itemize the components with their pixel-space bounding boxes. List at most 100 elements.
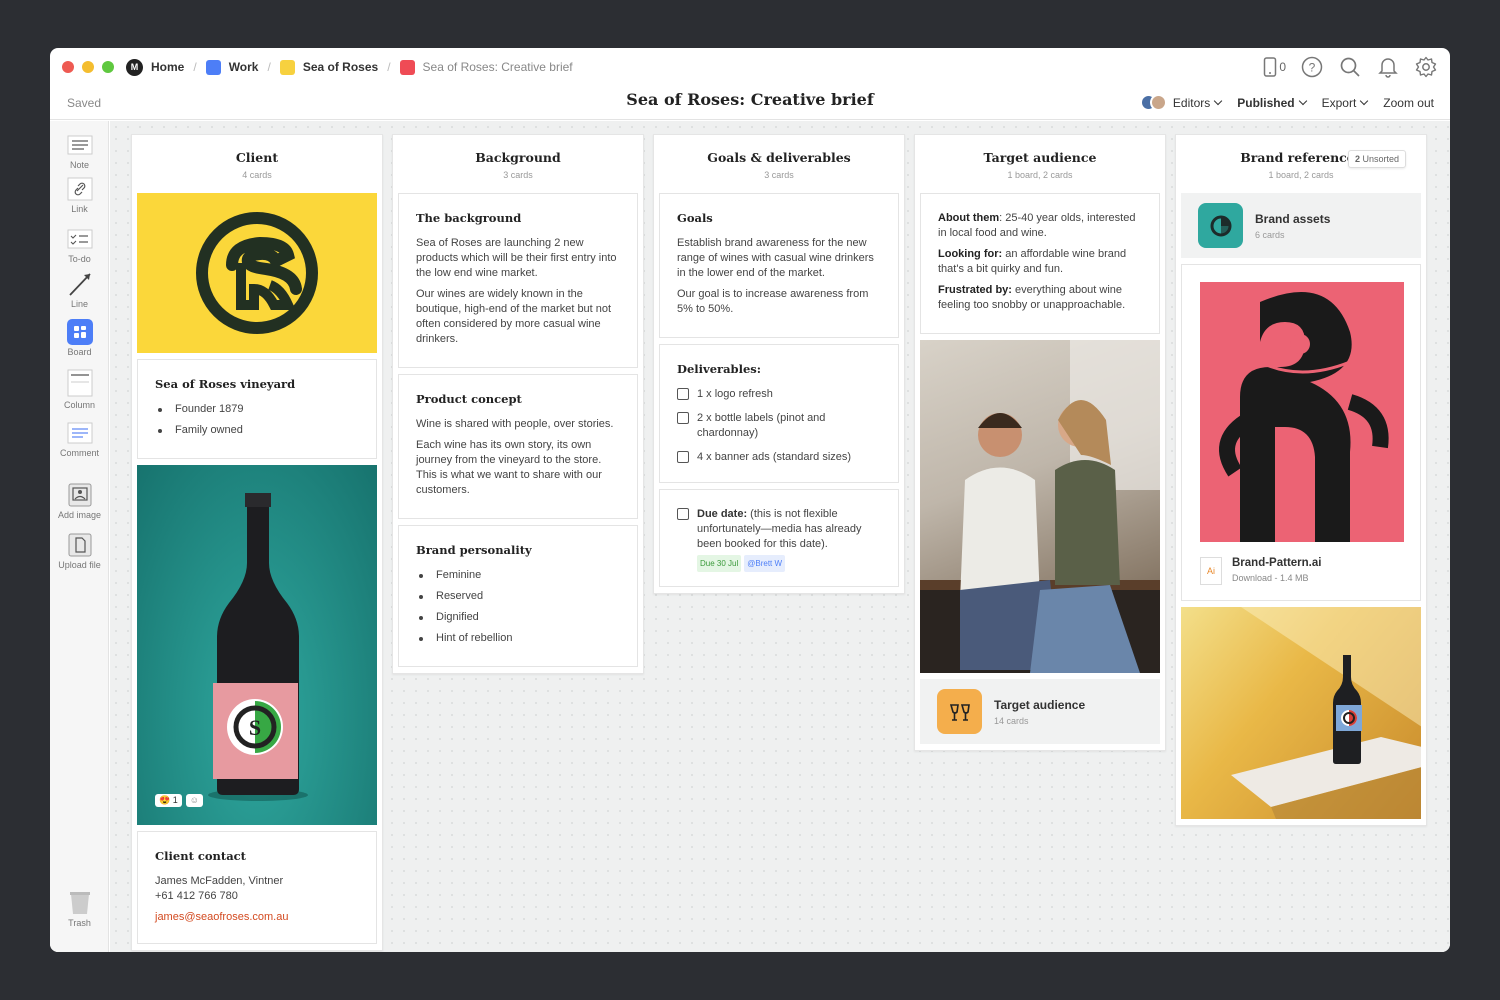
due-date-card[interactable]: Due date: (this is not flexible unfortun…	[659, 489, 899, 587]
todo-checkbox[interactable]	[677, 508, 689, 520]
column-client[interactable]: Client 4 cards Sea of Roses vineyard Fou…	[131, 134, 383, 951]
todo-checkbox[interactable]	[677, 412, 689, 424]
todo-label: 2 x bottle labels (pinot and chardonnay)	[697, 412, 826, 439]
background-card[interactable]: The background Sea of Roses are launchin…	[398, 193, 638, 368]
published-menu[interactable]: Published	[1237, 96, 1305, 110]
list-item: Founder 1879	[155, 402, 359, 417]
unsorted-label: Unsorted	[1359, 154, 1399, 164]
personality-list: Feminine Reserved Dignified Hint of rebe…	[416, 568, 620, 646]
board-color-icon	[399, 59, 415, 75]
column-title[interactable]: Client	[132, 150, 382, 165]
brand-personality-card[interactable]: Brand personality Feminine Reserved Dign…	[398, 525, 638, 667]
todo-item: 1 x logo refresh	[677, 387, 881, 402]
editor-avatars	[1139, 94, 1167, 111]
trash-button[interactable]: Trash	[50, 891, 109, 928]
card-paragraph: Our goal is to increase awareness from 5…	[677, 288, 869, 315]
file-info: Ai Brand-Pattern.ai Download - 1.4 MB	[1200, 556, 1402, 586]
tool-link[interactable]: Link	[50, 177, 109, 214]
bottle-on-table-photo	[1231, 607, 1421, 819]
goals-card[interactable]: Goals Establish brand awareness for the …	[659, 193, 899, 338]
breadcrumb-separator: /	[267, 60, 271, 74]
brand-assets-board[interactable]: Brand assets 6 cards	[1181, 193, 1421, 258]
list-item: Family owned	[155, 423, 359, 438]
product-concept-card[interactable]: Product concept Wine is shared with peop…	[398, 374, 638, 519]
todo-checkbox[interactable]	[677, 388, 689, 400]
tool-comment[interactable]: Comment	[50, 421, 109, 458]
bell-icon[interactable]	[1376, 55, 1400, 79]
todo-checkbox[interactable]	[677, 451, 689, 463]
download-link[interactable]: Download	[1232, 573, 1272, 583]
gear-icon[interactable]	[1414, 55, 1438, 79]
reaction-count: 1	[172, 795, 178, 805]
bottle-photo-card[interactable]	[1181, 607, 1421, 819]
tool-label: Note	[69, 160, 89, 170]
editors-menu[interactable]: Editors	[1139, 94, 1221, 111]
unsorted-badge[interactable]: 2 Unsorted	[1347, 150, 1406, 168]
column-title[interactable]: Target audience	[915, 150, 1165, 165]
minimize-window-button[interactable]	[82, 61, 94, 73]
card-title: Goals	[677, 211, 713, 225]
breadcrumb-home[interactable]: M Home	[126, 58, 184, 76]
couple-photo	[920, 340, 1160, 673]
board-icon	[66, 319, 93, 345]
column-count: 1 board, 2 cards	[1007, 170, 1073, 180]
tool-add-image[interactable]: Add image	[50, 483, 109, 520]
logo-image-card[interactable]	[137, 193, 377, 353]
target-audience-board[interactable]: Target audience 14 cards	[920, 679, 1160, 744]
couple-photo-card[interactable]	[920, 340, 1160, 673]
column-title[interactable]: Background	[393, 150, 643, 165]
file-size: - 1.4 MB	[1272, 573, 1309, 583]
breadcrumb-label: Sea of Roses: Creative brief	[422, 60, 573, 74]
contact-email-link[interactable]: james@seaofroses.com.au	[155, 911, 288, 923]
column-header: Client 4 cards	[132, 135, 382, 193]
vineyard-list: Founder 1879 Family owned	[155, 402, 359, 438]
ai-file-icon: Ai	[1200, 557, 1222, 585]
todo-label: 1 x logo refresh	[697, 388, 773, 400]
zoom-out-button[interactable]: Zoom out	[1383, 96, 1434, 110]
sea-of-roses-logo	[196, 212, 318, 334]
top-icons: 0 ?	[1263, 55, 1438, 79]
maximize-window-button[interactable]	[102, 61, 114, 73]
rs-pattern-graphic	[1219, 292, 1389, 542]
bottle-image-card[interactable]: S 😍 1 ☺	[137, 465, 377, 825]
column-target-audience[interactable]: Target audience 1 board, 2 cards About t…	[914, 134, 1166, 751]
link-icon	[67, 177, 93, 201]
milanote-logo-icon: M	[126, 58, 143, 76]
svg-text:?: ?	[1309, 61, 1316, 75]
deliverables-card[interactable]: Deliverables: 1 x logo refresh 2 x bottl…	[659, 344, 899, 483]
tool-line[interactable]: Line	[50, 272, 109, 309]
audience-card[interactable]: About them: 25-40 year olds, interested …	[920, 193, 1160, 334]
tool-board[interactable]: Board	[50, 319, 109, 357]
tool-column[interactable]: Column	[50, 369, 109, 410]
board-canvas[interactable]: Client 4 cards Sea of Roses vineyard Fou…	[110, 121, 1450, 952]
tool-upload-file[interactable]: Upload file	[50, 533, 109, 570]
mention-badge[interactable]: @Brett W	[744, 555, 786, 572]
add-reaction-icon[interactable]: ☺	[185, 794, 203, 807]
card-title: The background	[416, 211, 522, 225]
tool-note[interactable]: Note	[50, 133, 109, 170]
help-icon[interactable]: ?	[1300, 55, 1324, 79]
file-name[interactable]: Brand-Pattern.ai	[1232, 556, 1321, 571]
column-background[interactable]: Background 3 cards The background Sea of…	[392, 134, 644, 674]
list-item: Dignified	[416, 610, 620, 625]
vineyard-card[interactable]: Sea of Roses vineyard Founder 1879 Famil…	[137, 359, 377, 459]
brand-pattern-file-card[interactable]: Ai Brand-Pattern.ai Download - 1.4 MB	[1181, 264, 1421, 601]
search-icon[interactable]	[1338, 55, 1362, 79]
column-brand-references[interactable]: Brand references 1 board, 2 cards Brand …	[1175, 134, 1427, 826]
image-icon	[67, 483, 93, 507]
board-count: 6 cards	[1255, 229, 1285, 240]
tool-label: Line	[70, 299, 88, 309]
card-title: Brand personality	[416, 543, 532, 557]
due-date-badge[interactable]: Due 30 Jul	[697, 555, 742, 572]
column-goals[interactable]: Goals & deliverables 3 cards Goals Estab…	[653, 134, 905, 594]
tool-todo[interactable]: To-do	[50, 227, 109, 264]
breadcrumb-sea-of-roses[interactable]: Sea of Roses	[279, 59, 378, 75]
reaction-button[interactable]: 😍 1	[155, 794, 182, 807]
close-window-button[interactable]	[62, 61, 74, 73]
client-contact-card[interactable]: Client contact James McFadden, Vintner +…	[137, 831, 377, 944]
column-title[interactable]: Goals & deliverables	[654, 150, 904, 165]
list-item: Reserved	[416, 589, 620, 604]
mobile-app-button[interactable]: 0	[1263, 57, 1286, 77]
breadcrumb-work[interactable]: Work	[205, 59, 258, 75]
export-menu[interactable]: Export	[1322, 96, 1368, 110]
